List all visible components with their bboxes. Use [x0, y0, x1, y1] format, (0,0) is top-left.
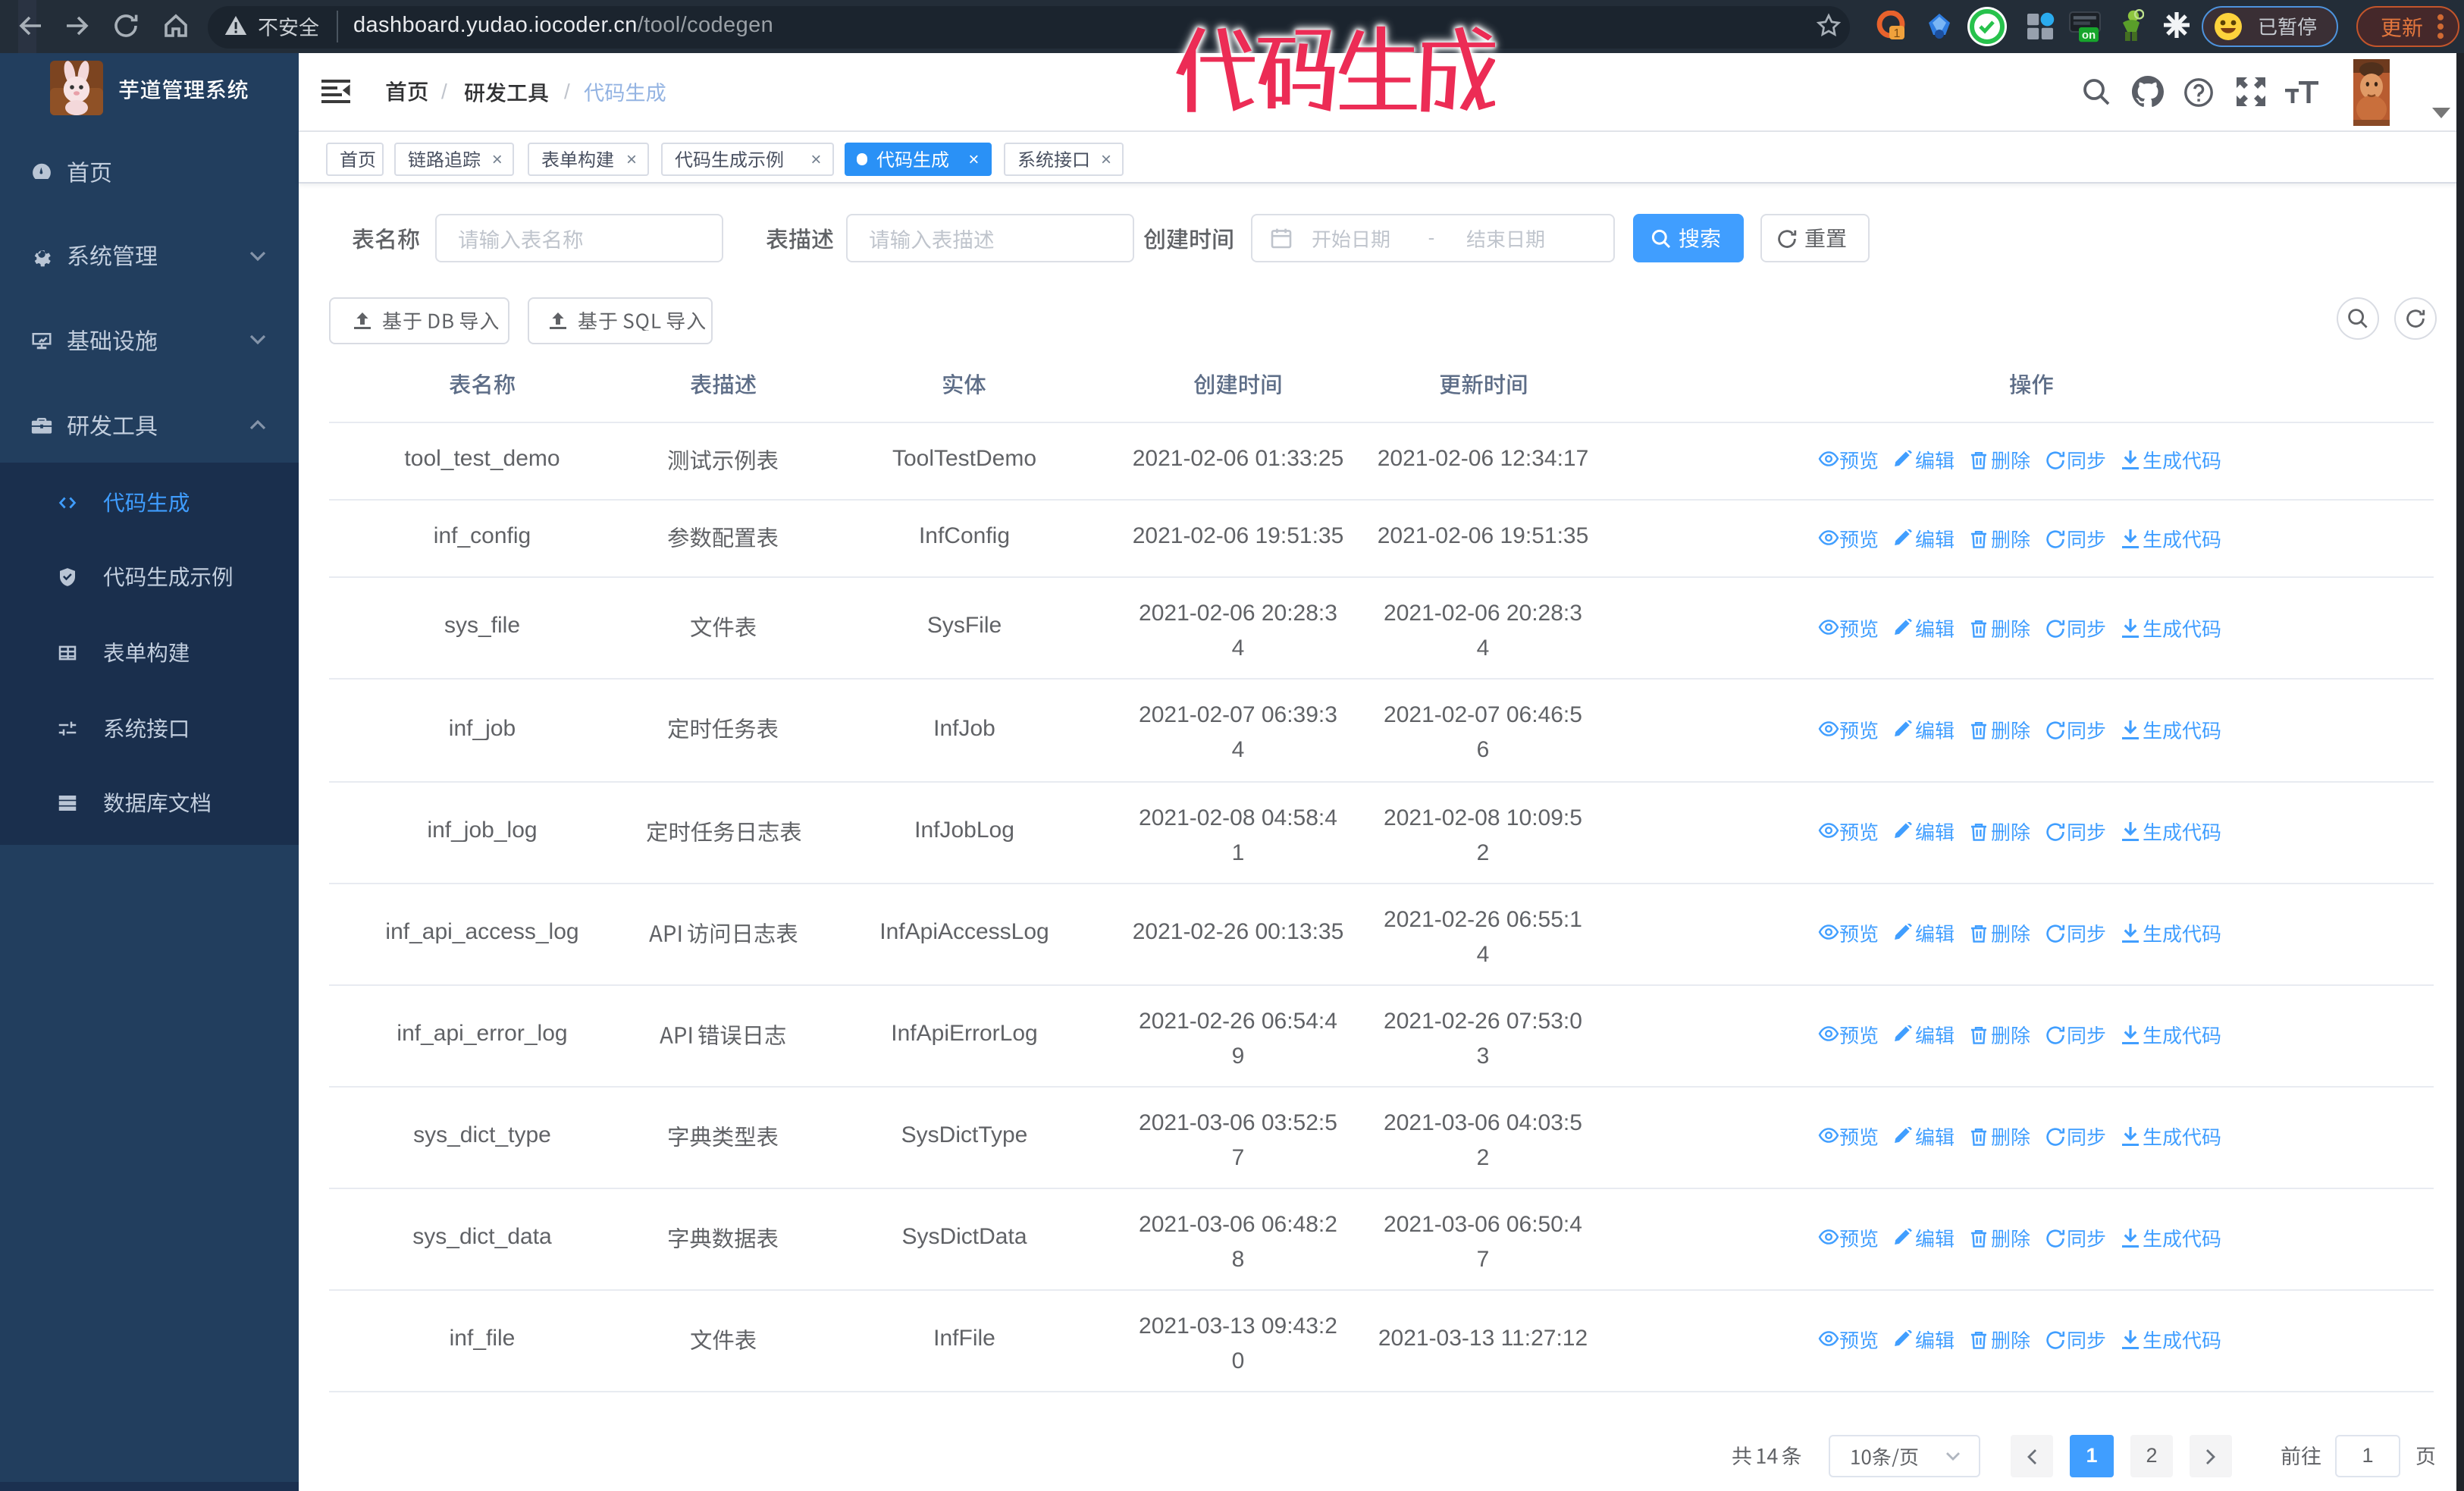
svg-text:1: 1: [1894, 27, 1901, 40]
svg-text:on: on: [2082, 29, 2096, 42]
